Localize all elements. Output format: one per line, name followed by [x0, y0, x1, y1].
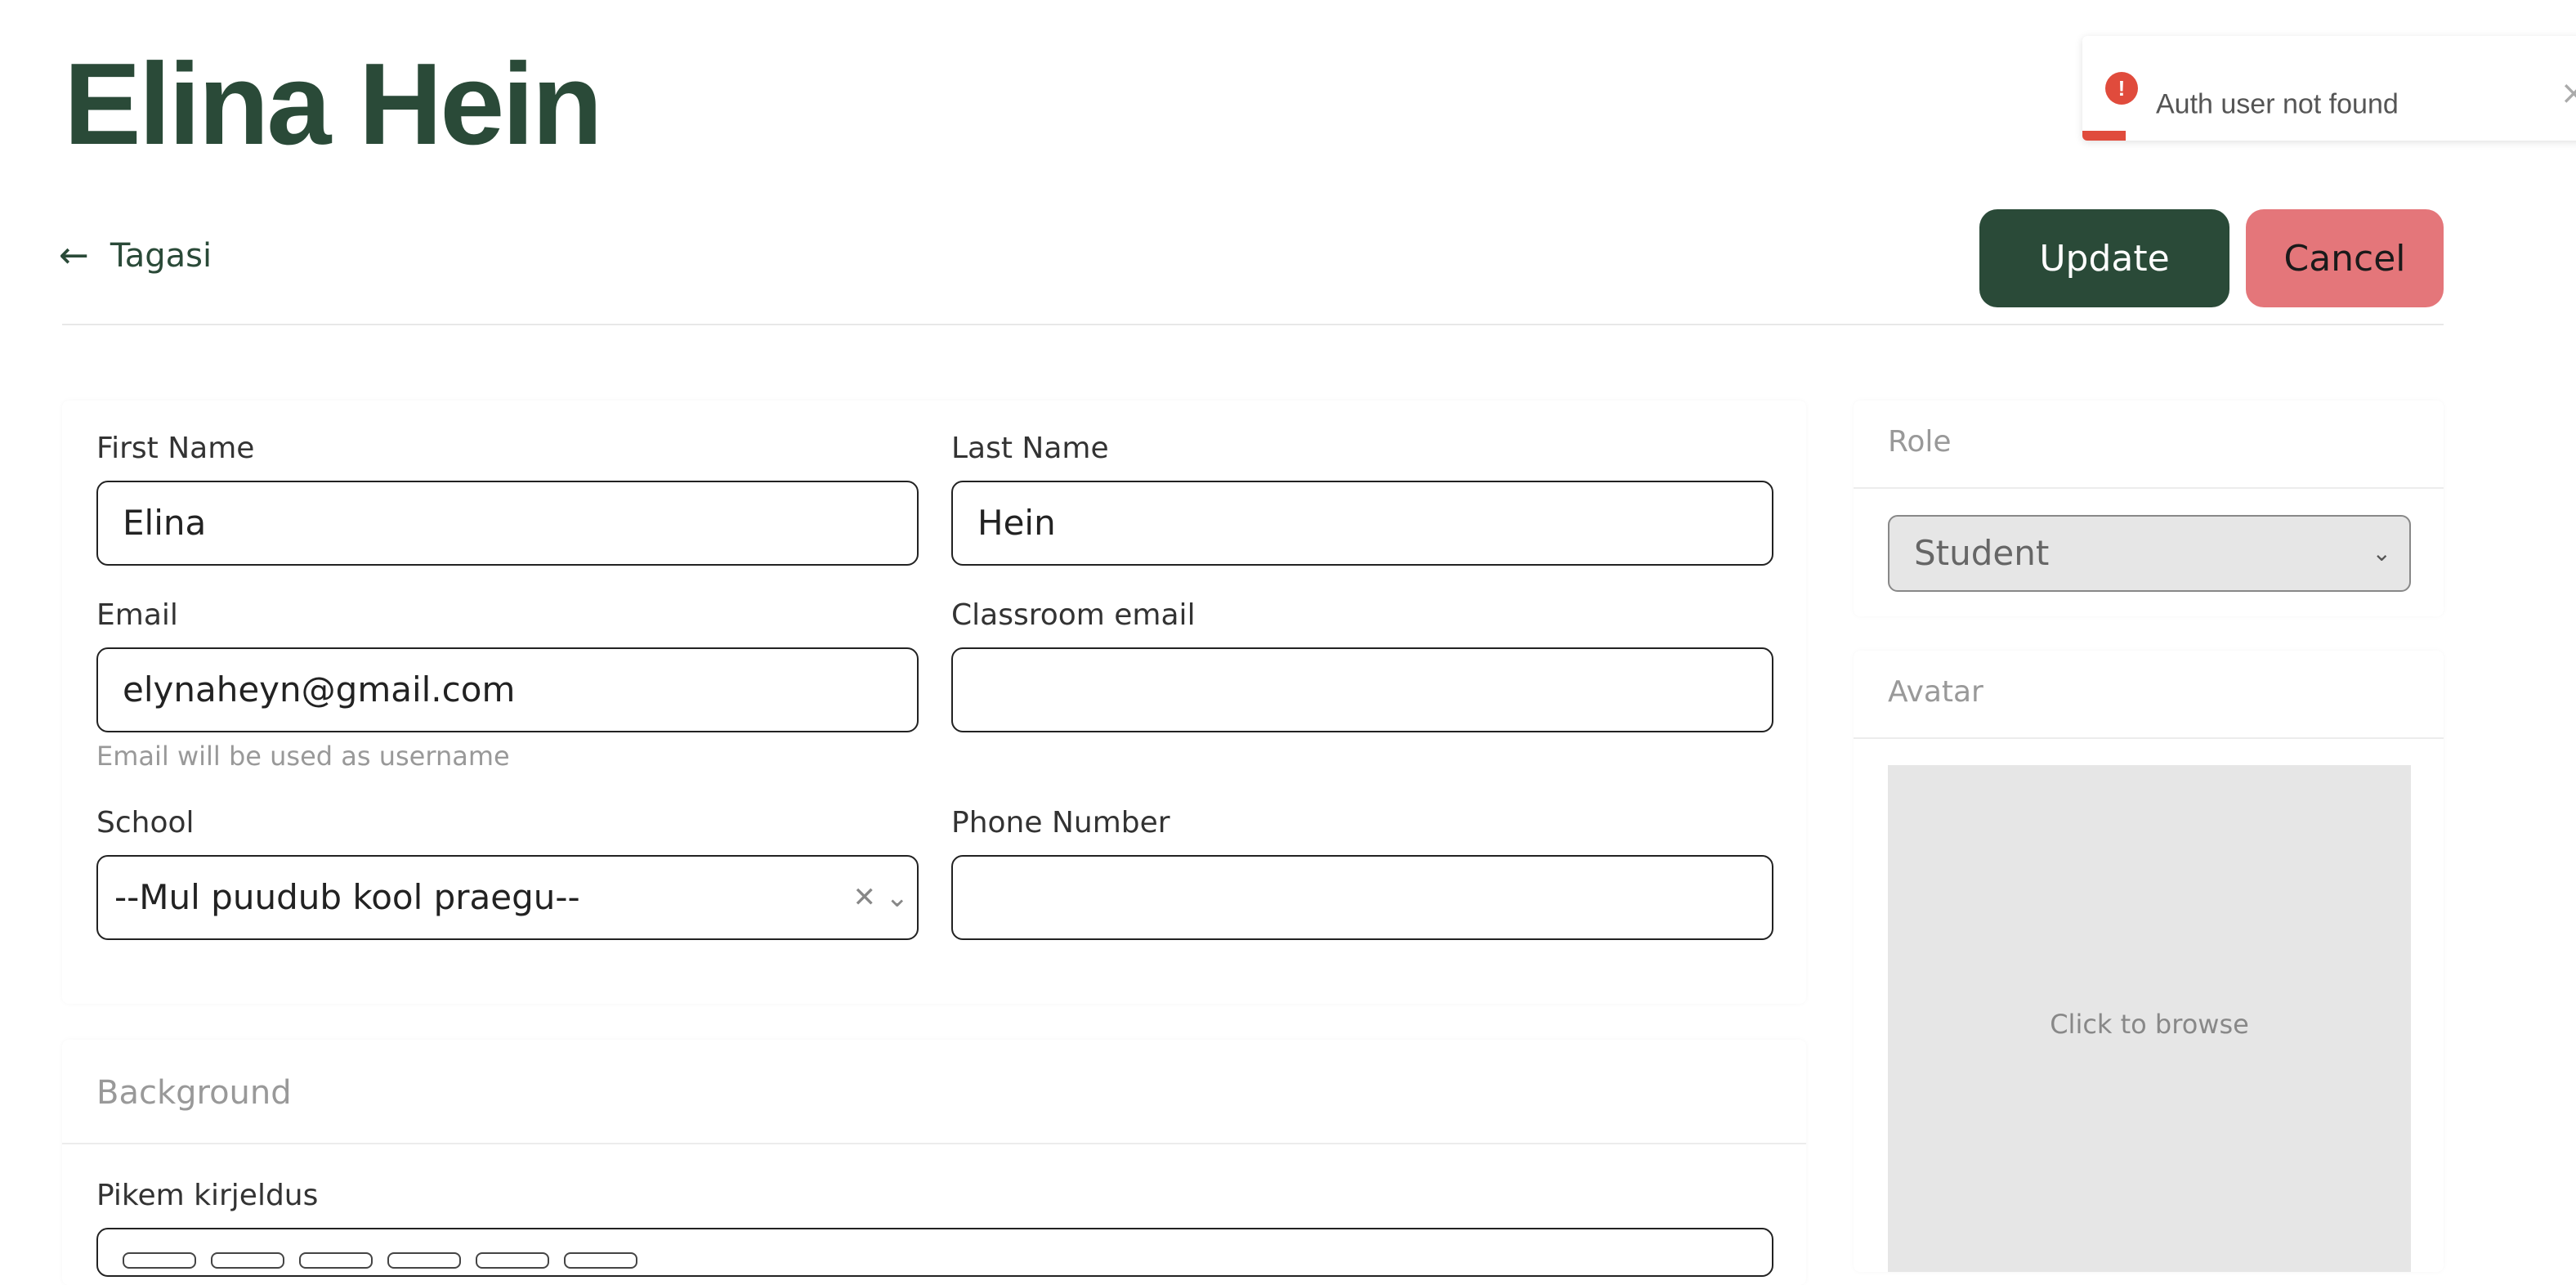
avatar-divider — [1854, 737, 2444, 739]
editor-toolbar-button[interactable] — [299, 1252, 373, 1269]
back-link-label: Tagasi — [110, 237, 212, 275]
back-link[interactable]: ← Tagasi — [59, 237, 212, 275]
email-label: Email — [96, 598, 178, 632]
avatar-browse-text: Click to browse — [2050, 1009, 2249, 1040]
error-toast: ! Auth user not found × — [2082, 36, 2576, 141]
arrow-left-icon: ← — [59, 235, 89, 276]
page-title: Elina Hein — [64, 39, 602, 169]
email-input[interactable]: elynaheyn@gmail.com — [96, 647, 919, 732]
toast-progress-bar — [2082, 131, 2126, 141]
background-title: Background — [96, 1074, 292, 1112]
school-label: School — [96, 806, 195, 840]
update-button[interactable]: Update — [1979, 209, 2229, 307]
avatar-title: Avatar — [1888, 675, 1983, 709]
email-hint: Email will be used as username — [96, 741, 510, 772]
first-name-label: First Name — [96, 432, 255, 465]
phone-input[interactable] — [951, 855, 1773, 940]
clear-x-icon[interactable]: ✕ — [853, 857, 877, 938]
alert-circle-icon: ! — [2105, 72, 2138, 105]
role-select-value: Student — [1914, 533, 2050, 573]
last-name-input[interactable]: Hein — [951, 481, 1773, 566]
background-divider — [62, 1143, 1806, 1144]
avatar-dropzone[interactable]: Click to browse — [1888, 765, 2411, 1272]
editor-toolbar-button[interactable] — [387, 1252, 461, 1269]
editor-toolbar-button[interactable] — [564, 1252, 637, 1269]
role-select[interactable]: Student ⌄ — [1888, 515, 2411, 592]
toast-message: Auth user not found — [2156, 88, 2399, 120]
school-select-value: --Mul puudub kool praegu-- — [114, 877, 580, 917]
header-divider — [62, 324, 2444, 325]
classroom-email-label: Classroom email — [951, 598, 1196, 632]
long-description-label: Pikem kirjeldus — [96, 1179, 319, 1212]
first-name-input[interactable]: Elina — [96, 481, 919, 566]
editor-toolbar-button[interactable] — [123, 1252, 196, 1269]
school-select[interactable]: --Mul puudub kool praegu-- ✕ ⌄ — [96, 855, 919, 940]
editor-toolbar-button[interactable] — [211, 1252, 284, 1269]
close-icon[interactable]: × — [2560, 77, 2576, 110]
cancel-button[interactable]: Cancel — [2246, 209, 2444, 307]
chevron-down-icon[interactable]: ⌄ — [886, 857, 910, 938]
role-divider — [1854, 487, 2444, 489]
role-title: Role — [1888, 425, 1952, 459]
phone-label: Phone Number — [951, 806, 1170, 840]
classroom-email-input[interactable] — [951, 647, 1773, 732]
chevron-down-icon: ⌄ — [2372, 540, 2391, 566]
editor-toolbar-button[interactable] — [476, 1252, 549, 1269]
last-name-label: Last Name — [951, 432, 1109, 465]
